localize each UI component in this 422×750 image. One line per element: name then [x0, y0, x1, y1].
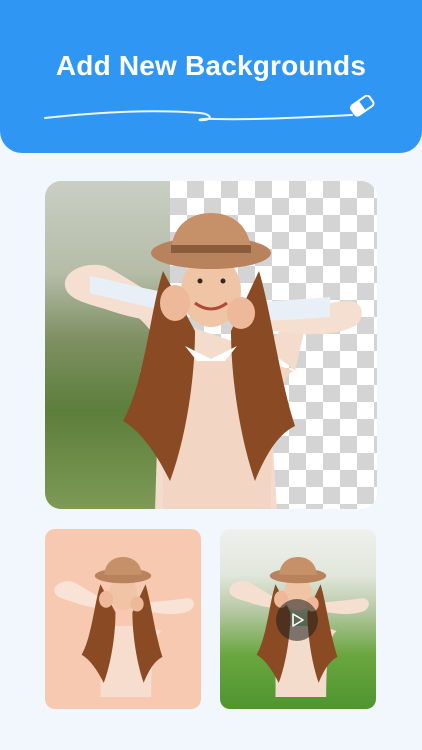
person-cutout	[54, 556, 194, 697]
nature-background-card[interactable]	[220, 529, 376, 709]
eraser-icon	[349, 95, 375, 117]
hat-icon	[151, 213, 271, 269]
person-cutout	[64, 213, 362, 509]
squiggle-underline	[44, 95, 375, 122]
peach-background-card[interactable]	[45, 529, 201, 709]
page-title: Add New Backgrounds	[55, 50, 367, 81]
header-banner: Add New Backgrounds	[0, 0, 422, 153]
play-button[interactable]	[276, 599, 318, 641]
hero-image	[45, 181, 377, 509]
play-icon	[292, 613, 304, 627]
